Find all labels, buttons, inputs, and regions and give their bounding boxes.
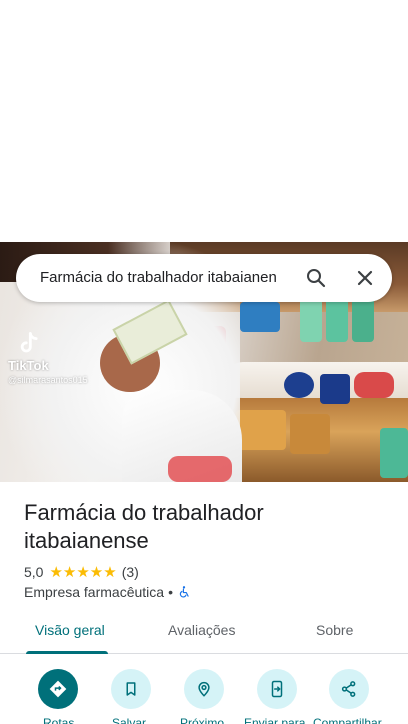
- category-row: Empresa farmacêutica •: [24, 584, 191, 600]
- rating-stars-icon: ★★★★★: [49, 564, 117, 581]
- tiktok-brand-text: TikTok: [8, 358, 49, 373]
- save-button[interactable]: [111, 669, 151, 709]
- send-to-phone-label: Enviar para: [244, 716, 306, 724]
- share-button[interactable]: [329, 669, 369, 709]
- share-label: Compartilhar: [313, 716, 382, 724]
- rating-value: 5,0: [24, 564, 44, 580]
- directions-label: Rotas: [43, 716, 75, 724]
- wheelchair-accessible-icon: [179, 586, 189, 598]
- send-to-phone-button[interactable]: [257, 669, 297, 709]
- review-count[interactable]: (3): [122, 564, 139, 580]
- share-icon: [341, 681, 356, 697]
- search-input[interactable]: Farmácia do trabalhador itabaianen: [40, 269, 300, 286]
- tab-overview[interactable]: Visão geral: [35, 622, 105, 638]
- directions-button[interactable]: [38, 669, 78, 709]
- category-separator: •: [168, 584, 173, 600]
- search-icon[interactable]: [304, 266, 328, 290]
- nearby-label: Próximo: [180, 716, 225, 724]
- bookmark-icon: [126, 682, 136, 696]
- close-icon[interactable]: [353, 266, 377, 290]
- search-bar[interactable]: Farmácia do trabalhador itabaianen: [16, 254, 392, 302]
- nearby-icon: [198, 681, 210, 697]
- tab-about[interactable]: Sobre: [316, 622, 353, 638]
- nearby-button[interactable]: [184, 669, 224, 709]
- action-bar: Rotas Salvar Próximo Enviar para Compart…: [0, 666, 408, 724]
- place-category: Empresa farmacêutica: [24, 584, 165, 600]
- tiktok-username: @silmarasantos015: [8, 375, 88, 385]
- tab-bar: Visão geral Avaliações Sobre: [0, 610, 408, 654]
- map-blank-area: [0, 0, 408, 242]
- place-title: Farmácia do trabalhador itabaianense: [24, 500, 264, 553]
- tiktok-watermark: TikTok @silmarasantos015: [8, 330, 88, 385]
- send-to-phone-icon: [271, 680, 283, 698]
- save-label: Salvar: [112, 716, 147, 724]
- tiktok-logo-icon: [20, 332, 38, 353]
- tab-reviews[interactable]: Avaliações: [168, 622, 235, 638]
- rating-row[interactable]: 5,0 ★★★★★ (3): [24, 563, 139, 581]
- directions-icon: [49, 680, 67, 698]
- tab-active-indicator: [26, 651, 108, 654]
